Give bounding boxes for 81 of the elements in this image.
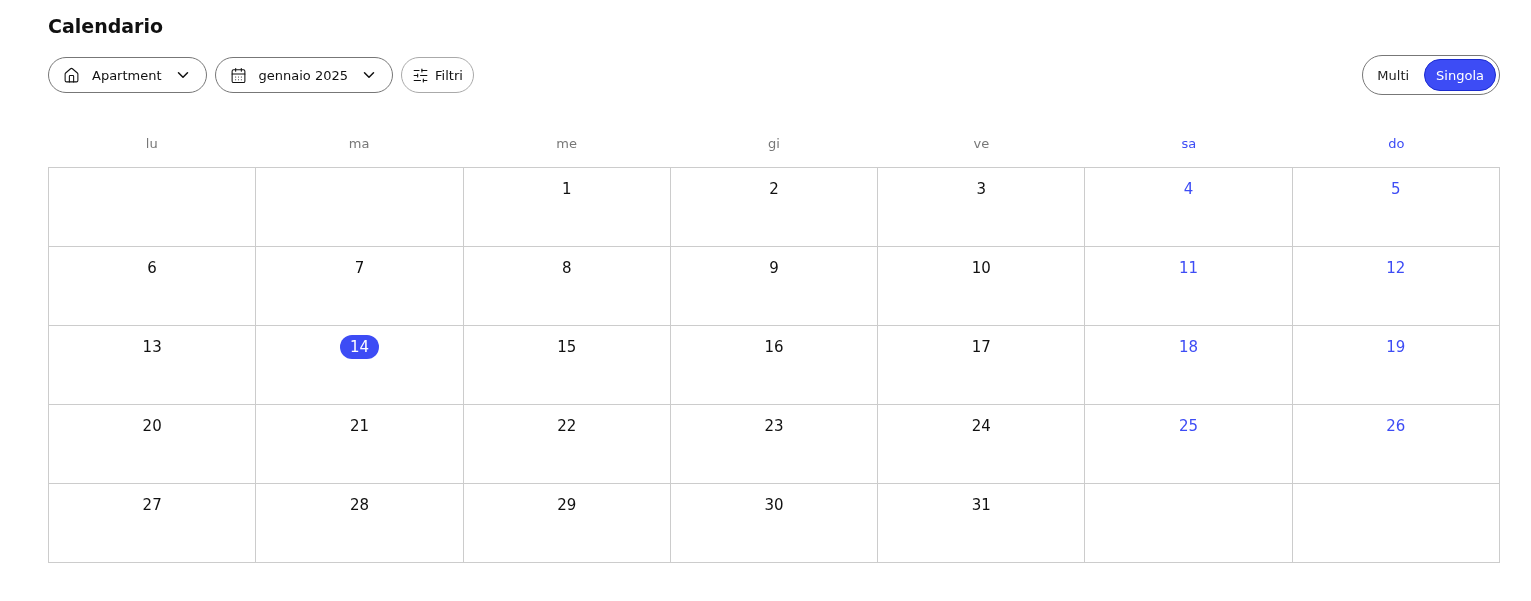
day-cell[interactable]: 11 [1085, 247, 1293, 326]
day-cell[interactable] [1292, 484, 1500, 563]
day-number: 1 [561, 179, 572, 200]
day-cell[interactable]: 16 [670, 326, 879, 405]
day-number: 9 [769, 258, 779, 279]
day-cell[interactable]: 12 [1292, 247, 1500, 326]
day-number: 23 [764, 416, 784, 437]
day-number: 8 [561, 258, 572, 279]
day-cell[interactable]: 27 [49, 484, 257, 563]
day-number: 20 [142, 416, 162, 437]
day-cell[interactable]: 28 [256, 484, 464, 563]
day-number: 18 [1179, 337, 1199, 358]
day-cell[interactable]: 31 [878, 484, 1086, 563]
day-cell[interactable]: 18 [1085, 326, 1293, 405]
day-number: 16 [764, 337, 784, 358]
day-cell[interactable]: 29 [463, 484, 671, 563]
month-dropdown[interactable]: gennaio 2025 [214, 57, 394, 93]
day-number: 15 [557, 337, 577, 358]
view-option[interactable]: Singola [1424, 59, 1496, 91]
weekday-label: do [1387, 135, 1406, 153]
day-number: 25 [1179, 416, 1199, 437]
day-cell[interactable]: 20 [49, 405, 257, 484]
day-cell[interactable]: 19 [1292, 326, 1500, 405]
day-cell[interactable]: 3 [878, 168, 1086, 247]
day-number: 3 [976, 179, 987, 200]
day-cell[interactable]: 10 [878, 247, 1086, 326]
today-marker: 14 [339, 335, 379, 359]
sliders-icon [412, 66, 430, 84]
day-cell[interactable]: 21 [256, 405, 464, 484]
day-cell[interactable]: 23 [670, 405, 879, 484]
weekday-label: me [555, 135, 578, 153]
day-cell[interactable]: 7 [256, 247, 464, 326]
day-cell[interactable]: 5 [1292, 168, 1500, 247]
page-title: Calendario [48, 14, 165, 39]
weekday-label: gi [767, 135, 781, 153]
day-cell[interactable] [49, 168, 257, 247]
day-number: 21 [349, 416, 369, 437]
day-cell[interactable]: 8 [463, 247, 671, 326]
day-number: 27 [142, 495, 162, 516]
day-number: 12 [1386, 258, 1406, 279]
day-number: 7 [354, 258, 365, 279]
day-cell[interactable]: 25 [1085, 405, 1293, 484]
day-number: 31 [971, 495, 991, 516]
day-cell[interactable] [1085, 484, 1293, 563]
day-number: 2 [769, 179, 779, 200]
day-number: 29 [557, 495, 577, 516]
day-cell[interactable]: 14 [256, 326, 464, 405]
day-cell[interactable]: 9 [670, 247, 879, 326]
day-cell[interactable]: 17 [878, 326, 1086, 405]
house-icon [63, 66, 80, 84]
calendar-icon [229, 66, 247, 84]
weekday-label: lu [144, 135, 159, 153]
day-number: 26 [1386, 416, 1406, 437]
weekday-label: sa [1180, 135, 1198, 153]
day-number: 19 [1386, 337, 1406, 358]
day-number: 13 [142, 337, 162, 358]
filters-button[interactable]: Filtri [401, 57, 474, 93]
day-number: 30 [764, 495, 784, 516]
day-number: 4 [1183, 179, 1194, 200]
day-cell[interactable]: 22 [463, 405, 671, 484]
day-number: 5 [1391, 179, 1401, 200]
weekday-label: ma [347, 135, 371, 153]
day-cell[interactable]: 26 [1292, 405, 1500, 484]
day-cell[interactable]: 15 [463, 326, 671, 405]
day-number: 11 [1179, 258, 1199, 279]
day-cell[interactable]: 30 [670, 484, 879, 563]
day-number: 17 [971, 337, 991, 358]
day-number: 6 [147, 258, 157, 279]
weekday-label: ve [972, 135, 991, 153]
day-number: 24 [971, 416, 991, 437]
property-dropdown[interactable]: Apartment [48, 57, 207, 93]
day-number: 28 [349, 495, 369, 516]
day-cell[interactable] [256, 168, 464, 247]
day-cell[interactable]: 24 [878, 405, 1086, 484]
day-number: 10 [971, 258, 991, 279]
day-cell[interactable]: 6 [49, 247, 257, 326]
day-number: 22 [557, 416, 577, 437]
day-cell[interactable]: 1 [463, 168, 671, 247]
day-cell[interactable]: 13 [49, 326, 257, 405]
day-cell[interactable]: 2 [670, 168, 879, 247]
day-cell[interactable]: 4 [1085, 168, 1293, 247]
